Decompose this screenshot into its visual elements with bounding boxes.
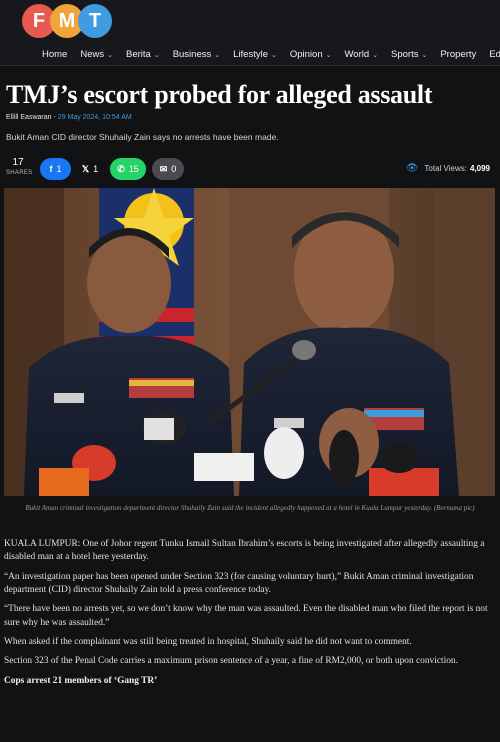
- chevron-down-icon: ⌄: [107, 51, 113, 59]
- article-body: KUALA LUMPUR: One of Johor regent Tunku …: [4, 538, 492, 694]
- related-article-link[interactable]: Cops arrest 21 members of ‘Gang TR’: [4, 675, 492, 688]
- share-count-label: SHARES: [6, 170, 33, 176]
- share-count-number: 17: [12, 157, 24, 168]
- chevron-down-icon: ⌄: [325, 51, 332, 59]
- chevron-down-icon: ⌄: [270, 51, 277, 59]
- chevron-down-icon: ⌄: [372, 51, 378, 59]
- article-paragraph: KUALA LUMPUR: One of Johor regent Tunku …: [4, 539, 485, 563]
- nav-item-world[interactable]: World ⌄: [344, 49, 378, 60]
- nav-item-home[interactable]: Home: [42, 49, 67, 60]
- nav-item-education[interactable]: Educ: [489, 49, 500, 60]
- nav-item-business[interactable]: Business ⌄: [173, 49, 220, 60]
- email-share-count: 0: [171, 164, 177, 174]
- chevron-down-icon: ⌄: [421, 51, 428, 59]
- byline: Ellill Easwaran - 29 May 2024, 10:54 AM: [6, 114, 132, 121]
- article-paragraph: When asked if the complainant was still …: [4, 637, 412, 648]
- x-icon: 𝕏: [81, 163, 90, 174]
- nav-item-berita[interactable]: Berita ⌄: [126, 49, 160, 60]
- article-headline: TMJ’s escort probed for alleged assault: [6, 80, 433, 109]
- site-header: F M T: [0, 0, 500, 44]
- whatsapp-share-button[interactable]: ✆ 15: [110, 158, 146, 180]
- fmt-logo[interactable]: F M T: [22, 4, 112, 40]
- article-paragraph: “An investigation paper has been opened …: [4, 571, 474, 596]
- email-share-button[interactable]: ✉ 0: [152, 158, 184, 180]
- share-count: 17 SHARES: [6, 157, 33, 176]
- whatsapp-share-count: 15: [128, 164, 139, 174]
- whatsapp-icon: ✆: [117, 163, 125, 174]
- article-subhead: Bukit Aman CID director Shuhaily Zain sa…: [6, 132, 279, 142]
- author-name[interactable]: Ellill Easwaran: [6, 114, 52, 121]
- total-views: 👁 Total Views: 4,099: [406, 163, 490, 174]
- article-photo[interactable]: [4, 188, 495, 496]
- views-label: Total Views:: [424, 164, 467, 173]
- logo-letter-t: T: [78, 4, 112, 38]
- publish-date: 29 May 2024, 10:54 AM: [57, 114, 132, 121]
- facebook-share-button[interactable]: f 1: [40, 158, 71, 180]
- article-paragraph: “There have been no arrests yet, so we d…: [4, 604, 488, 628]
- mail-icon: ✉: [159, 163, 168, 174]
- nav-item-news[interactable]: News ⌄: [80, 49, 113, 60]
- x-share-count: 1: [93, 164, 99, 174]
- facebook-icon: f: [49, 164, 53, 174]
- x-share-button[interactable]: 𝕏 1: [77, 158, 103, 180]
- eye-icon: 👁: [405, 163, 419, 174]
- nav-item-property[interactable]: Property: [440, 49, 476, 60]
- nav-item-opinion[interactable]: Opinion ⌄: [290, 49, 332, 60]
- main-nav: Home News ⌄ Berita ⌄ Business ⌄ Lifestyle ⌄ …: [0, 44, 500, 66]
- nav-item-lifestyle[interactable]: Lifestyle ⌄: [233, 49, 277, 60]
- article-paragraph: Section 323 of the Penal Code carries a …: [4, 656, 458, 667]
- facebook-share-count: 1: [56, 164, 62, 174]
- views-count: 4,099: [469, 164, 490, 173]
- chevron-down-icon: ⌄: [214, 51, 221, 59]
- chevron-down-icon: ⌄: [153, 51, 160, 59]
- photo-caption: Bukit Aman criminal investigation depart…: [25, 504, 475, 512]
- press-conference-image: [4, 188, 495, 496]
- nav-item-sports[interactable]: Sports ⌄: [391, 49, 427, 60]
